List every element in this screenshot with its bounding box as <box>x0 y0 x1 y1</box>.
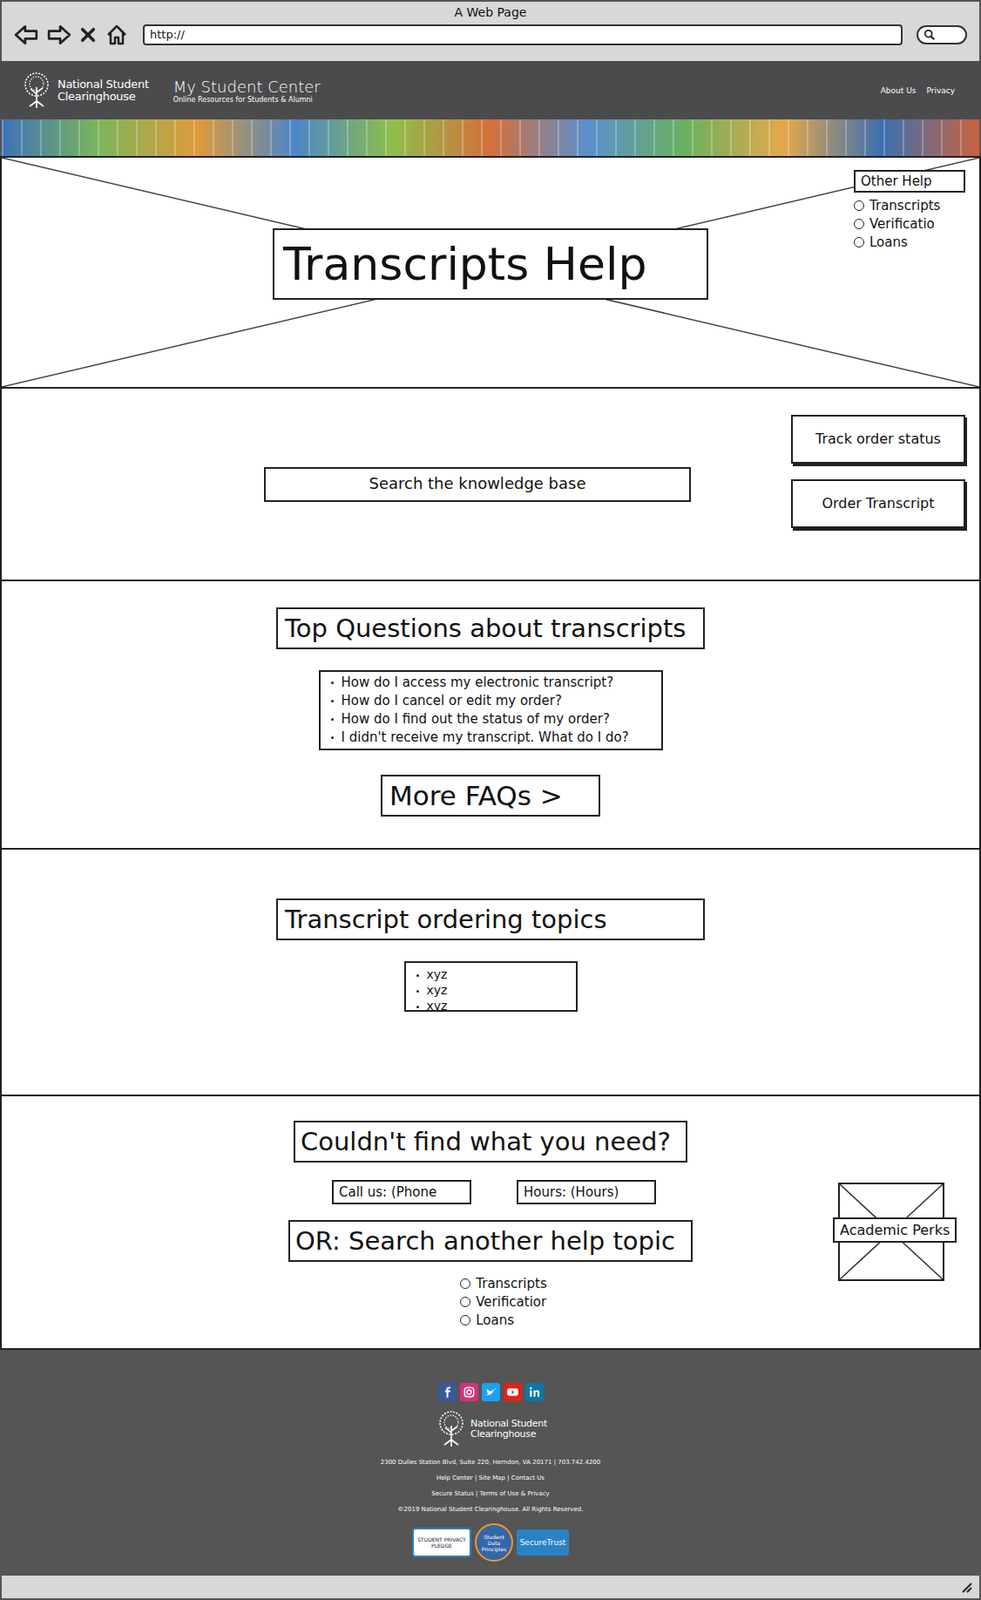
legal-links[interactable]: Secure Status | Terms of Use & Privacy <box>431 1488 550 1499</box>
question-link[interactable]: How do I find out the status of my order… <box>341 710 653 729</box>
section-heading: Transcript ordering topics <box>276 898 705 941</box>
hero: Transcripts Help Other Help TranscriptsV… <box>0 155 981 389</box>
browser-chrome: A Web Page http:// <box>0 0 981 61</box>
url-bar[interactable]: http:// <box>142 24 903 46</box>
trust-badge[interactable]: SecureTrust <box>516 1529 569 1556</box>
ordering-topics: Transcript ordering topics xyzxyzxyz <box>0 849 981 1097</box>
topic-list: xyzxyzxyz <box>404 960 578 1012</box>
page: A Web Page http:// National StudentClear… <box>0 0 981 1600</box>
forward-icon[interactable] <box>47 24 72 46</box>
org-name: National StudentClearinghouse <box>57 78 149 103</box>
question-list: How do I access my electronic transcript… <box>318 669 664 751</box>
more-faqs-button[interactable]: More FAQs > <box>380 774 601 817</box>
banner-image <box>0 119 981 156</box>
facebook-icon[interactable] <box>438 1382 457 1401</box>
section-heading: Top Questions about transcripts <box>276 607 705 650</box>
site-header: National StudentClearinghouse My Student… <box>0 60 981 120</box>
footer-logo: National StudentClearinghouse <box>433 1409 548 1448</box>
tree-logo-icon <box>19 71 55 110</box>
search-section: Search the knowledge base Track order st… <box>0 388 981 582</box>
academic-perks[interactable]: Academic Perks <box>838 1182 945 1281</box>
header-links: About Us Privacy <box>880 86 955 95</box>
action-button[interactable]: Track order status <box>791 414 966 464</box>
trust-badge[interactable]: Student Data Principles <box>474 1522 514 1562</box>
browser-search[interactable] <box>916 25 968 45</box>
resize-grip-icon[interactable] <box>960 1580 973 1593</box>
instagram-icon[interactable] <box>460 1382 479 1401</box>
radio-option[interactable]: Transcripts <box>853 196 966 215</box>
radio-option[interactable]: Verificatior <box>460 1292 547 1311</box>
radio-icon <box>460 1296 471 1307</box>
twitter-icon[interactable] <box>481 1382 501 1401</box>
back-icon[interactable] <box>13 24 39 46</box>
radio-icon <box>853 236 865 248</box>
radio-icon <box>460 1314 471 1326</box>
radio-icon <box>460 1278 471 1289</box>
contact-section: Couldn't find what you need? Call us: (P… <box>0 1096 981 1350</box>
topic-link[interactable]: xyz <box>426 966 568 982</box>
phone-box: Call us: (Phone <box>331 1179 472 1205</box>
radio-option[interactable]: Transcripts <box>460 1273 547 1293</box>
trust-badge[interactable]: STUDENT PRIVACY PLEDGE <box>412 1527 472 1557</box>
topic-link[interactable]: xyz <box>426 981 568 998</box>
action-button[interactable]: Order Transcript <box>791 479 966 528</box>
badges: STUDENT PRIVACY PLEDGEStudent Data Princ… <box>412 1522 569 1562</box>
promo-label: Academic Perks <box>832 1217 957 1243</box>
radio-option[interactable]: Loans <box>460 1310 547 1329</box>
question-link[interactable]: I didn't receive my transcript. What do … <box>341 728 653 747</box>
org-name: National StudentClearinghouse <box>470 1418 548 1440</box>
linkedin-icon[interactable] <box>525 1382 544 1401</box>
other-help: Other Help TranscriptsVerificatioLoans <box>853 169 966 251</box>
section-heading: Couldn't find what you need? <box>293 1120 688 1163</box>
section-heading: OR: Search another help topic <box>288 1219 693 1262</box>
status-bar <box>0 1575 981 1600</box>
page-title: Transcripts Help <box>272 228 709 300</box>
app-title: My Student Center Online Resources for S… <box>173 77 321 104</box>
home-icon[interactable] <box>104 24 129 46</box>
topic-link[interactable]: xyz <box>426 997 568 1012</box>
radio-option[interactable]: Loans <box>853 232 966 251</box>
youtube-icon[interactable] <box>503 1382 522 1401</box>
radio-icon <box>853 200 865 211</box>
copyright: ©2019 National Student Clearinghouse. Al… <box>398 1503 584 1515</box>
header-link[interactable]: Privacy <box>926 86 955 95</box>
header-link[interactable]: About Us <box>880 86 917 95</box>
window-title: A Web Page <box>1 1 980 21</box>
footer-links[interactable]: Help Center | Site Map | Contact Us <box>436 1472 545 1483</box>
social-links <box>438 1382 544 1401</box>
question-link[interactable]: How do I cancel or edit my order? <box>341 691 653 711</box>
other-help-label: Other Help <box>853 169 966 193</box>
radio-icon <box>853 218 865 230</box>
question-link[interactable]: How do I access my electronic transcript… <box>341 673 653 692</box>
stop-icon[interactable] <box>80 27 96 43</box>
radio-option[interactable]: Verificatio <box>853 214 966 233</box>
top-questions: Top Questions about transcripts How do I… <box>0 581 981 850</box>
footer: National StudentClearinghouse 2300 Dulle… <box>0 1349 981 1576</box>
knowledge-search[interactable]: Search the knowledge base <box>263 466 691 502</box>
search-icon <box>923 28 936 41</box>
logo[interactable]: National StudentClearinghouse My Student… <box>19 71 321 110</box>
tree-logo-icon <box>433 1409 469 1448</box>
address: 2300 Dulles Station Blvd, Suite 220, Her… <box>380 1456 602 1468</box>
hours-box: Hours: (Hours) <box>516 1179 657 1205</box>
